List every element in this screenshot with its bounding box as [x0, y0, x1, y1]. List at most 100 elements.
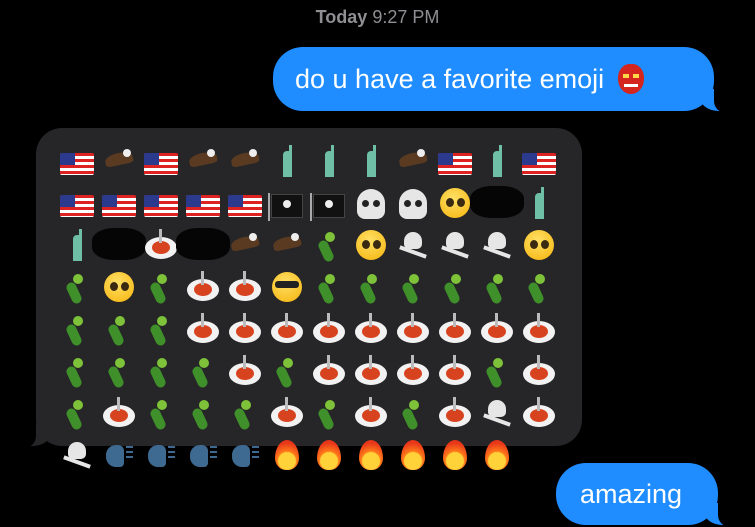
spaghetti-icon: [518, 308, 560, 350]
parrot-icon: [140, 308, 182, 350]
spaghetti-icon: [308, 350, 350, 392]
spaghetti-icon: [224, 308, 266, 350]
spaghetti-icon: [182, 266, 224, 308]
emoji-row: [56, 434, 560, 476]
parrot-icon: [182, 392, 224, 434]
emoji-row: [56, 350, 560, 392]
skull-icon: [350, 182, 392, 224]
flag-us-icon: [182, 182, 224, 224]
incoming-message-bubble[interactable]: [19, 128, 582, 470]
statue-of-liberty-icon: [476, 140, 518, 182]
eagle-icon: [98, 140, 140, 182]
skull-crossbones-icon: [476, 392, 518, 434]
parrot-icon: [98, 350, 140, 392]
spaghetti-icon: [266, 308, 308, 350]
parrot-icon: [56, 392, 98, 434]
spaghetti-icon: [350, 308, 392, 350]
emoji-row: [56, 182, 560, 224]
skull-crossbones-icon: [392, 224, 434, 266]
pleading-face-icon: [350, 224, 392, 266]
parrot-icon: [434, 266, 476, 308]
flag-us-icon: [140, 182, 182, 224]
eagle-icon: [392, 140, 434, 182]
pleading-face-icon: [518, 224, 560, 266]
pirate-flag-icon: [308, 182, 350, 224]
sunglasses-face-icon: [266, 266, 308, 308]
spaghetti-icon: [224, 350, 266, 392]
parrot-icon: [182, 350, 224, 392]
flag-us-icon: [434, 140, 476, 182]
statue-of-liberty-icon: [308, 140, 350, 182]
flag-us-icon: [224, 182, 266, 224]
emoji-row: [56, 266, 560, 308]
outgoing-message-bubble[interactable]: do u have a favorite emoji: [273, 47, 732, 113]
fire-icon: [392, 434, 434, 476]
message-timestamp: Today 9:27 PM: [0, 7, 755, 28]
flag-us-icon: [56, 182, 98, 224]
emoji-row: [56, 308, 560, 350]
outgoing-message-bubble-2[interactable]: amazing: [556, 463, 736, 527]
parrot-icon: [140, 350, 182, 392]
spaghetti-icon: [518, 350, 560, 392]
emoji-row: [56, 392, 560, 434]
spaghetti-icon: [434, 350, 476, 392]
skull-icon: [392, 182, 434, 224]
parrot-icon: [56, 350, 98, 392]
emoji-row: [56, 224, 560, 266]
speaking-head-icon: [140, 434, 182, 476]
timestamp-time: 9:27 PM: [372, 7, 440, 27]
flag-us-icon: [98, 182, 140, 224]
parrot-icon: [98, 308, 140, 350]
spaghetti-icon: [392, 350, 434, 392]
eagle-icon: [224, 140, 266, 182]
message-text: amazing: [580, 478, 683, 509]
parrot-icon: [140, 266, 182, 308]
parrot-icon: [308, 224, 350, 266]
emoji-row: [56, 140, 560, 182]
pirate-flag-icon: [266, 182, 308, 224]
skull-crossbones-icon: [434, 224, 476, 266]
statue-of-liberty-icon: [518, 182, 560, 224]
fire-icon: [308, 434, 350, 476]
parrot-icon: [308, 392, 350, 434]
skull-crossbones-icon: [56, 434, 98, 476]
redacted-icon: [92, 224, 146, 266]
eagle-icon: [224, 224, 266, 266]
flag-us-icon: [518, 140, 560, 182]
parrot-icon: [224, 392, 266, 434]
spaghetti-icon: [266, 392, 308, 434]
statue-of-liberty-icon: [266, 140, 308, 182]
parrot-icon: [140, 392, 182, 434]
parrot-icon: [518, 266, 560, 308]
skull-crossbones-icon: [476, 224, 518, 266]
fire-icon: [476, 434, 518, 476]
fire-icon: [266, 434, 308, 476]
parrot-icon: [350, 266, 392, 308]
redacted-icon: [176, 224, 230, 266]
spaghetti-icon: [434, 392, 476, 434]
message-text: do u have a favorite emoji: [295, 63, 605, 94]
spaghetti-icon: [434, 308, 476, 350]
timestamp-day: Today: [315, 7, 368, 27]
parrot-icon: [476, 350, 518, 392]
flag-us-icon: [56, 140, 98, 182]
statue-of-liberty-icon: [350, 140, 392, 182]
japanese-goblin-icon: [614, 62, 648, 96]
spaghetti-icon: [518, 392, 560, 434]
flag-us-icon: [140, 140, 182, 182]
parrot-icon: [56, 266, 98, 308]
parrot-icon: [56, 308, 98, 350]
spaghetti-icon: [392, 308, 434, 350]
spaghetti-icon: [350, 392, 392, 434]
fire-icon: [350, 434, 392, 476]
redacted-icon: [470, 182, 524, 224]
spaghetti-icon: [224, 266, 266, 308]
eagle-icon: [182, 140, 224, 182]
parrot-icon: [392, 392, 434, 434]
parrot-icon: [392, 266, 434, 308]
eagle-icon: [266, 224, 308, 266]
speaking-head-icon: [224, 434, 266, 476]
spaghetti-icon: [476, 308, 518, 350]
spaghetti-icon: [350, 350, 392, 392]
spaghetti-icon: [182, 308, 224, 350]
